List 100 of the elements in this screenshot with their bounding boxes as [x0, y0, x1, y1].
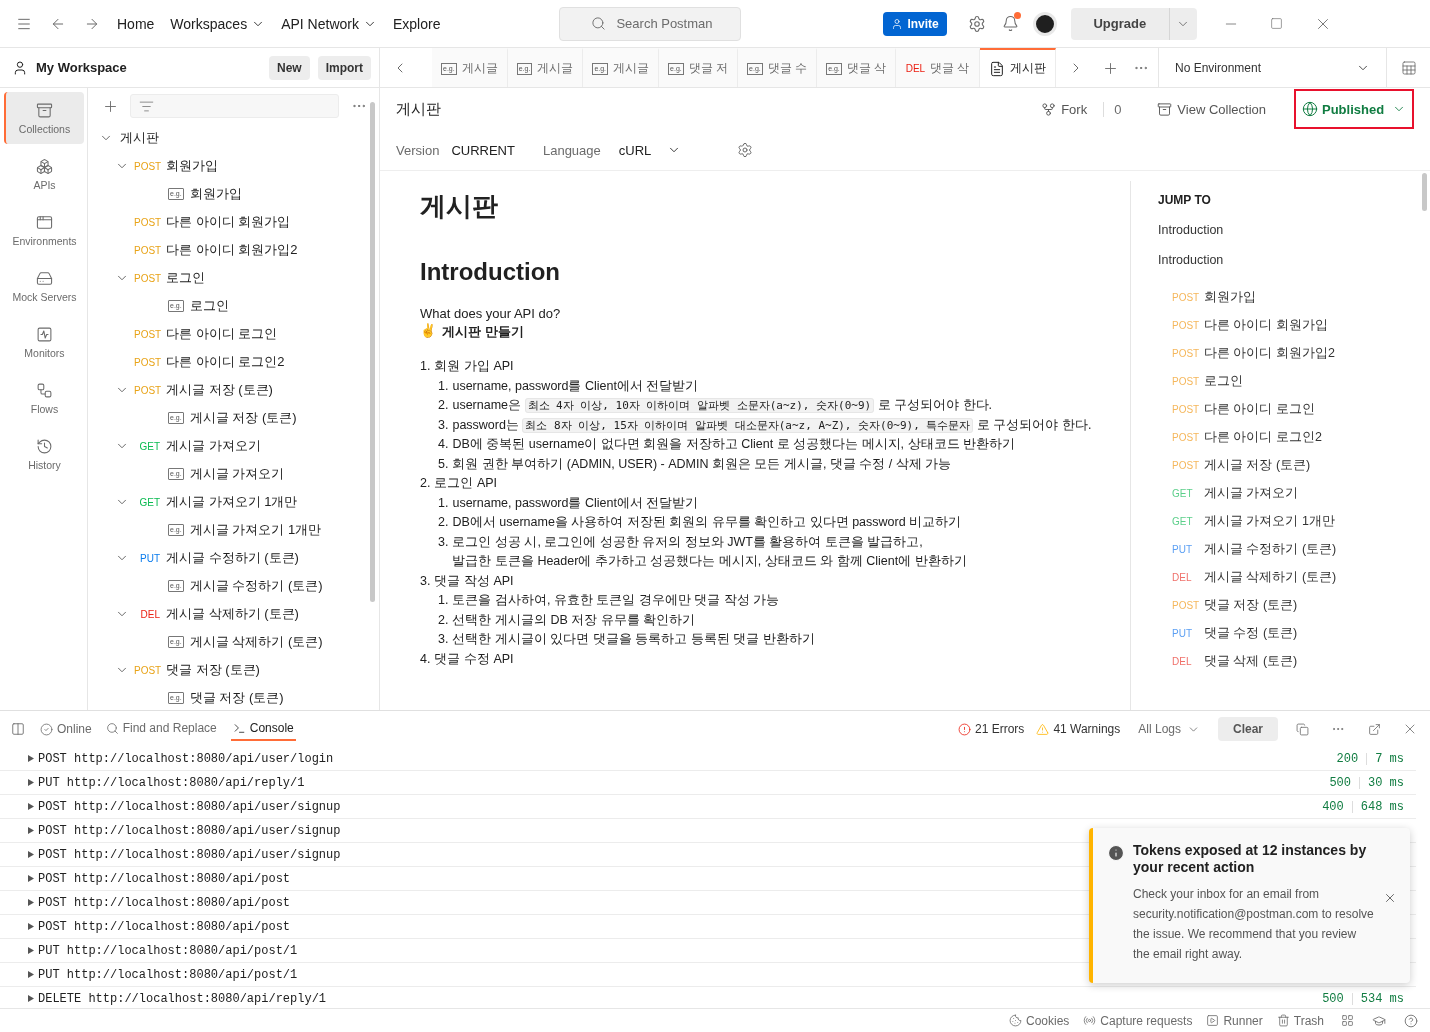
- request-line[interactable]: POST http://localhost:8080/api/user/signup: [38, 847, 341, 862]
- maximize-icon[interactable]: [1270, 17, 1284, 30]
- sidebar-toggle-icon[interactable]: [11, 722, 25, 736]
- expand-triangle-icon[interactable]: [28, 923, 34, 930]
- status-bar-link[interactable]: Capture requests: [1083, 1013, 1193, 1028]
- tree-item[interactable]: 로그인: [187, 297, 231, 315]
- jump-link[interactable]: PUT 댓글 수정 (토큰): [1158, 619, 1420, 647]
- sidebar-item[interactable]: Environments: [3, 204, 84, 256]
- expand-triangle-icon[interactable]: [28, 803, 34, 810]
- sidebar-item[interactable]: Flows: [3, 372, 84, 424]
- sidebar-item[interactable]: APIs: [3, 148, 84, 200]
- warnings-count[interactable]: 41 Warnings: [1036, 722, 1121, 736]
- console-tab[interactable]: Console: [230, 717, 296, 741]
- search-field[interactable]: Search Postman: [559, 6, 742, 41]
- tree-item[interactable]: 게시글 가져오기 1개만: [187, 521, 324, 539]
- close-icon[interactable]: [1383, 891, 1397, 905]
- scrollbar-thumb[interactable]: [1422, 173, 1427, 211]
- tree-item[interactable]: 게시판: [118, 129, 161, 147]
- language-dropdown[interactable]: cURL: [612, 141, 688, 159]
- jump-link[interactable]: POST 게시글 저장 (토큰): [1158, 451, 1420, 479]
- expand-triangle-icon[interactable]: [28, 875, 34, 882]
- external-link-icon[interactable]: [1367, 722, 1381, 736]
- tree-item[interactable]: 다른 아이디 로그인: [164, 325, 280, 343]
- published-button[interactable]: Published: [1294, 89, 1414, 129]
- tree-item[interactable]: 게시글 가져오기: [187, 465, 287, 483]
- tree-item[interactable]: 게시글 삭제하기 (토큰): [187, 633, 325, 651]
- request-line[interactable]: POST http://localhost:8080/api/post: [38, 895, 291, 910]
- expand-triangle-icon[interactable]: [28, 899, 34, 906]
- fork-button[interactable]: Fork: [1035, 100, 1094, 118]
- request-line[interactable]: POST http://localhost:8080/api/post: [38, 919, 291, 934]
- log-filter-dropdown[interactable]: All Logs: [1132, 721, 1206, 737]
- errors-count[interactable]: 21 Errors: [958, 722, 1025, 736]
- scrollbar-thumb[interactable]: [370, 102, 375, 602]
- tree-item[interactable]: 게시글 가져오기 1개만: [164, 493, 300, 511]
- tree-item[interactable]: 회원가입: [164, 157, 220, 175]
- expand-triangle-icon[interactable]: [28, 947, 34, 954]
- tree-item[interactable]: 회원가입: [187, 185, 244, 203]
- sidebar-item[interactable]: Collections: [3, 92, 84, 144]
- header-button[interactable]: New: [268, 55, 310, 80]
- header-button[interactable]: Import: [317, 55, 371, 80]
- tree-item[interactable]: 게시글 수정하기 (토큰): [164, 549, 301, 567]
- status-bar-link[interactable]: Trash: [1276, 1013, 1324, 1028]
- nav-link[interactable]: Explore: [385, 9, 448, 38]
- tab[interactable]: 게시판: [979, 48, 1056, 87]
- tree-item[interactable]: 게시글 저장 (토큰): [164, 381, 275, 399]
- nav-link[interactable]: Home: [110, 9, 162, 38]
- settings-icon[interactable]: [737, 142, 754, 158]
- table-icon[interactable]: [1400, 60, 1417, 76]
- tree-item[interactable]: 다른 아이디 로그인2: [164, 353, 287, 371]
- request-line[interactable]: PUT http://localhost:8080/api/reply/1: [38, 775, 305, 790]
- expand-triangle-icon[interactable]: [28, 779, 34, 786]
- tree-item[interactable]: 게시글 수정하기 (토큰): [187, 577, 325, 595]
- settings-icon[interactable]: [967, 14, 986, 33]
- jump-link[interactable]: GET 게시글 가져오기 1개만: [1158, 507, 1420, 535]
- jump-link[interactable]: POST 로그인: [1158, 367, 1420, 395]
- jump-link[interactable]: POST 다른 아이디 로그인: [1158, 395, 1420, 423]
- filter-field[interactable]: [130, 94, 339, 118]
- jump-link[interactable]: Introduction: [1158, 253, 1420, 267]
- jump-link[interactable]: GET 게시글 가져오기: [1158, 479, 1420, 507]
- request-line[interactable]: POST http://localhost:8080/api/user/login: [38, 751, 334, 766]
- console-tab[interactable]: Find and Replace: [103, 717, 219, 741]
- bell-icon[interactable]: [1002, 15, 1020, 32]
- nav-link[interactable]: Workspaces: [163, 9, 273, 38]
- request-line[interactable]: DELETE http://localhost:8080/api/reply/1: [38, 991, 327, 1006]
- tab[interactable]: DEL 댓글 삭: [896, 48, 980, 87]
- tree-item[interactable]: 로그인: [164, 269, 207, 287]
- tree-item[interactable]: 게시글 가져오기: [164, 437, 263, 455]
- jump-link[interactable]: POST 댓글 저장 (토큰): [1158, 591, 1420, 619]
- jump-link[interactable]: POST 다른 아이디 회원가입2: [1158, 339, 1420, 367]
- expand-triangle-icon[interactable]: [28, 995, 34, 1002]
- request-line[interactable]: POST http://localhost:8080/api/user/signup: [38, 823, 341, 838]
- nav-link[interactable]: API Network: [274, 9, 384, 38]
- jump-link[interactable]: PUT 게시글 수정하기 (토큰): [1158, 535, 1420, 563]
- request-line[interactable]: POST http://localhost:8080/api/user/signup: [38, 799, 341, 814]
- expand-triangle-icon[interactable]: [28, 971, 34, 978]
- invite-button[interactable]: Invite: [883, 11, 947, 36]
- jump-link[interactable]: POST 다른 아이디 로그인2: [1158, 423, 1420, 451]
- tree-item[interactable]: 다른 아이디 회원가입2: [164, 241, 300, 259]
- tree-item[interactable]: 게시글 삭제하기 (토큰): [164, 605, 301, 623]
- jump-link[interactable]: POST 다른 아이디 회원가입: [1158, 311, 1420, 339]
- clear-button[interactable]: Clear: [1218, 717, 1278, 741]
- graduation-cap-icon[interactable]: [1372, 1013, 1386, 1028]
- grid-icon[interactable]: [1340, 1014, 1354, 1027]
- copy-icon[interactable]: [1295, 722, 1309, 736]
- expand-triangle-icon[interactable]: [28, 827, 34, 834]
- expand-triangle-icon[interactable]: [28, 755, 34, 762]
- sidebar-item[interactable]: Mock Servers: [3, 260, 84, 312]
- tree-item[interactable]: 게시글 저장 (토큰): [187, 409, 299, 427]
- jump-link[interactable]: POST 회원가입: [1158, 283, 1420, 311]
- help-icon[interactable]: [1404, 1013, 1418, 1028]
- request-line[interactable]: POST http://localhost:8080/api/post: [38, 871, 291, 886]
- status-bar-link[interactable]: Runner: [1206, 1013, 1263, 1028]
- jump-link[interactable]: DEL 게시글 삭제하기 (토큰): [1158, 563, 1420, 591]
- view-collection-button[interactable]: View Collection: [1151, 100, 1272, 118]
- avatar[interactable]: [1032, 11, 1057, 36]
- tree-item[interactable]: 댓글 저장 (토큰): [164, 661, 262, 679]
- tree-item[interactable]: 댓글 저장 (토큰): [187, 689, 286, 707]
- sidebar-item[interactable]: History: [3, 428, 84, 480]
- online-status[interactable]: Online: [40, 722, 92, 736]
- sidebar-item[interactable]: Monitors: [3, 316, 84, 368]
